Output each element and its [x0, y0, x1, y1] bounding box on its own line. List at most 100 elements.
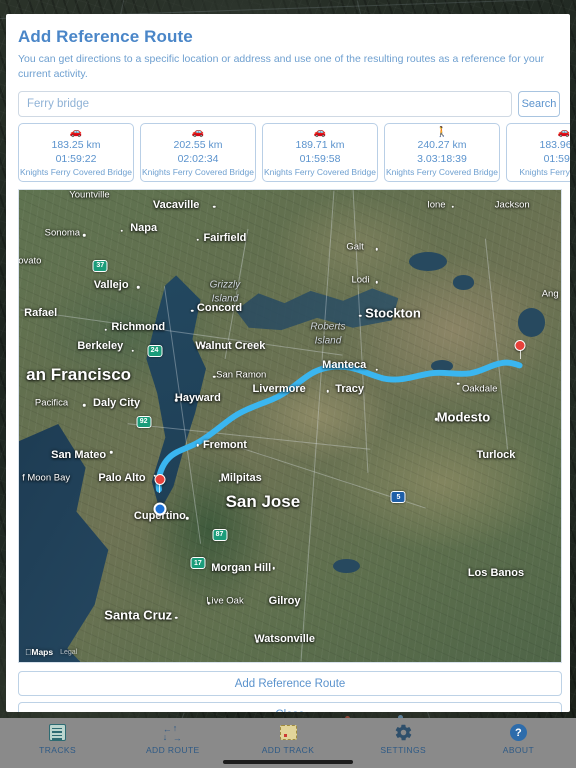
question-circle-icon: ? — [507, 722, 529, 743]
apple-maps-logo: Maps — [25, 647, 53, 657]
tab-about[interactable]: ? ABOUT — [461, 722, 576, 755]
route-result-card[interactable]: 🚶 240.27 km 3.03:18:39 Knights Ferry Cov… — [384, 123, 500, 183]
map-label: Manteca — [322, 359, 367, 372]
map-label: Pacifica — [34, 397, 69, 409]
page-title: Add Reference Route — [18, 27, 193, 46]
car-icon: 🚗 — [69, 127, 83, 139]
map-label: Walnut Creek — [195, 340, 266, 353]
tab-label: TRACKS — [39, 745, 77, 755]
start-pin[interactable] — [154, 474, 166, 486]
map-label: San Ramon — [216, 369, 267, 381]
route-result-card[interactable]: 🚗 202.55 km 02:02:34 Knights Ferry Cover… — [140, 123, 256, 183]
map-label: Gilroy — [268, 595, 301, 608]
search-input[interactable] — [18, 91, 512, 118]
route-result-card[interactable]: 🚗 189.71 km 01:59:58 Knights Ferry Cover… — [262, 123, 378, 183]
tab-label: ADD ROUTE — [145, 745, 200, 755]
map-label: Fremont — [202, 439, 247, 452]
gear-icon — [392, 722, 414, 743]
map-label: Yountville — [69, 189, 110, 201]
map-label: Vallejo — [93, 278, 129, 291]
map-label: Livermore — [252, 382, 306, 395]
highway-shield: 37 — [92, 259, 108, 272]
add-reference-route-dialog: Add Reference Route You can get directio… — [6, 14, 570, 712]
tab-label: SETTINGS — [380, 745, 427, 755]
map-label: Ione — [427, 199, 446, 211]
route-duration: 01:59:46 — [543, 153, 570, 166]
map-label: Jackson — [494, 199, 530, 211]
search-row: Search — [6, 82, 570, 118]
route-destination-name: Knights Ferry Covered Bridge — [386, 167, 498, 178]
map-label: Morgan Hill — [211, 562, 272, 575]
map-label: f Moon Bay — [22, 472, 71, 484]
walking-icon: 🚶 — [435, 127, 449, 139]
route-destination-name: Knights Ferry Covered Bridge — [20, 167, 132, 178]
map-label: Island — [314, 335, 342, 347]
arrows-icon: ← ↑ ↓ → — [162, 722, 182, 743]
map-attribution: Maps Legal — [25, 647, 77, 657]
route-distance: 189.71 km — [295, 139, 345, 152]
destination-pin[interactable] — [514, 339, 526, 351]
highway-shield: 87 — [212, 528, 228, 541]
car-icon: 🚗 — [313, 127, 327, 139]
route-duration: 02:02:34 — [177, 153, 219, 166]
map-label: Hayward — [174, 392, 221, 405]
map-label: Galt — [346, 241, 364, 253]
tab-add-track[interactable]: ADD TRACK — [230, 722, 345, 755]
map-label: Live Oak — [206, 595, 244, 607]
highway-shield: 92 — [136, 415, 152, 428]
search-button[interactable]: Search — [518, 91, 560, 118]
map-label: San Jose — [225, 491, 301, 511]
list-icon — [47, 722, 69, 743]
map-label: Berkeley — [77, 340, 124, 353]
map-label: Rafael — [24, 307, 58, 320]
route-destination-name: Knights Ferry Covered Bridge — [142, 167, 254, 178]
route-result-card[interactable]: 🚗 183.96 km 01:59:46 Knights Ferry Recre… — [506, 123, 570, 183]
tab-tracks[interactable]: TRACKS — [0, 722, 115, 755]
maps-wordmark: Maps — [25, 647, 53, 658]
legal-link[interactable]: Legal — [60, 649, 77, 656]
map-label: Napa — [130, 222, 158, 235]
tab-label: ADD TRACK — [261, 745, 315, 755]
map-label: Ang — [541, 288, 559, 300]
map-label: Los Banos — [467, 566, 525, 579]
map-label: Milpitas — [220, 472, 262, 485]
map-label: Palo Alto — [98, 472, 146, 485]
map-label: Grizzly — [209, 279, 241, 291]
map-view[interactable]: Yountville Vacaville Napa Ione Jackson S… — [18, 189, 562, 664]
map-label: Oakdale — [461, 383, 498, 395]
map-label: Roberts — [310, 321, 346, 333]
dialog-actions: Add Reference Route Close — [6, 663, 570, 712]
route-distance: 202.55 km — [173, 139, 223, 152]
map-label: Stockton — [365, 305, 421, 321]
route-result-card[interactable]: 🚗 183.25 km 01:59:22 Knights Ferry Cover… — [18, 123, 134, 183]
map-label: Lodi — [351, 274, 370, 286]
map-label: Santa Cruz — [104, 607, 173, 623]
interstate-shield: 5 — [390, 491, 406, 504]
map-label: Richmond — [111, 321, 166, 334]
route-distance: 240.27 km — [417, 139, 467, 152]
route-duration: 3.03:18:39 — [417, 153, 467, 166]
tab-label: ABOUT — [502, 745, 535, 755]
map-label: Sonoma — [44, 227, 81, 239]
route-destination-name: Knights Ferry Covered Bridge — [264, 167, 376, 178]
map-icon — [277, 722, 299, 743]
route-results-list[interactable]: 🚗 183.25 km 01:59:22 Knights Ferry Cover… — [6, 117, 570, 185]
tab-settings[interactable]: SETTINGS — [346, 722, 461, 755]
route-duration: 01:59:58 — [299, 153, 341, 166]
car-icon: 🚗 — [557, 127, 570, 139]
close-button[interactable]: Close — [18, 702, 562, 712]
map-label: Modesto — [436, 409, 491, 425]
add-reference-route-button[interactable]: Add Reference Route — [18, 671, 562, 697]
map-label: Watsonville — [254, 632, 315, 645]
bottom-tab-bar: TRACKS ← ↑ ↓ → ADD ROUTE ADD TRACK SETTI… — [0, 718, 576, 768]
route-distance: 183.25 km — [51, 139, 101, 152]
highway-shield: 17 — [190, 557, 206, 570]
map-label: Daly City — [93, 396, 141, 409]
route-distance: 183.96 km — [539, 139, 570, 152]
tab-add-route[interactable]: ← ↑ ↓ → ADD ROUTE — [115, 722, 230, 755]
map-label: ovato — [18, 255, 42, 267]
map-label: Tracy — [335, 382, 364, 395]
route-duration: 01:59:22 — [55, 153, 97, 166]
map-label: Turlock — [476, 448, 516, 461]
map-label: San Mateo — [51, 448, 107, 461]
